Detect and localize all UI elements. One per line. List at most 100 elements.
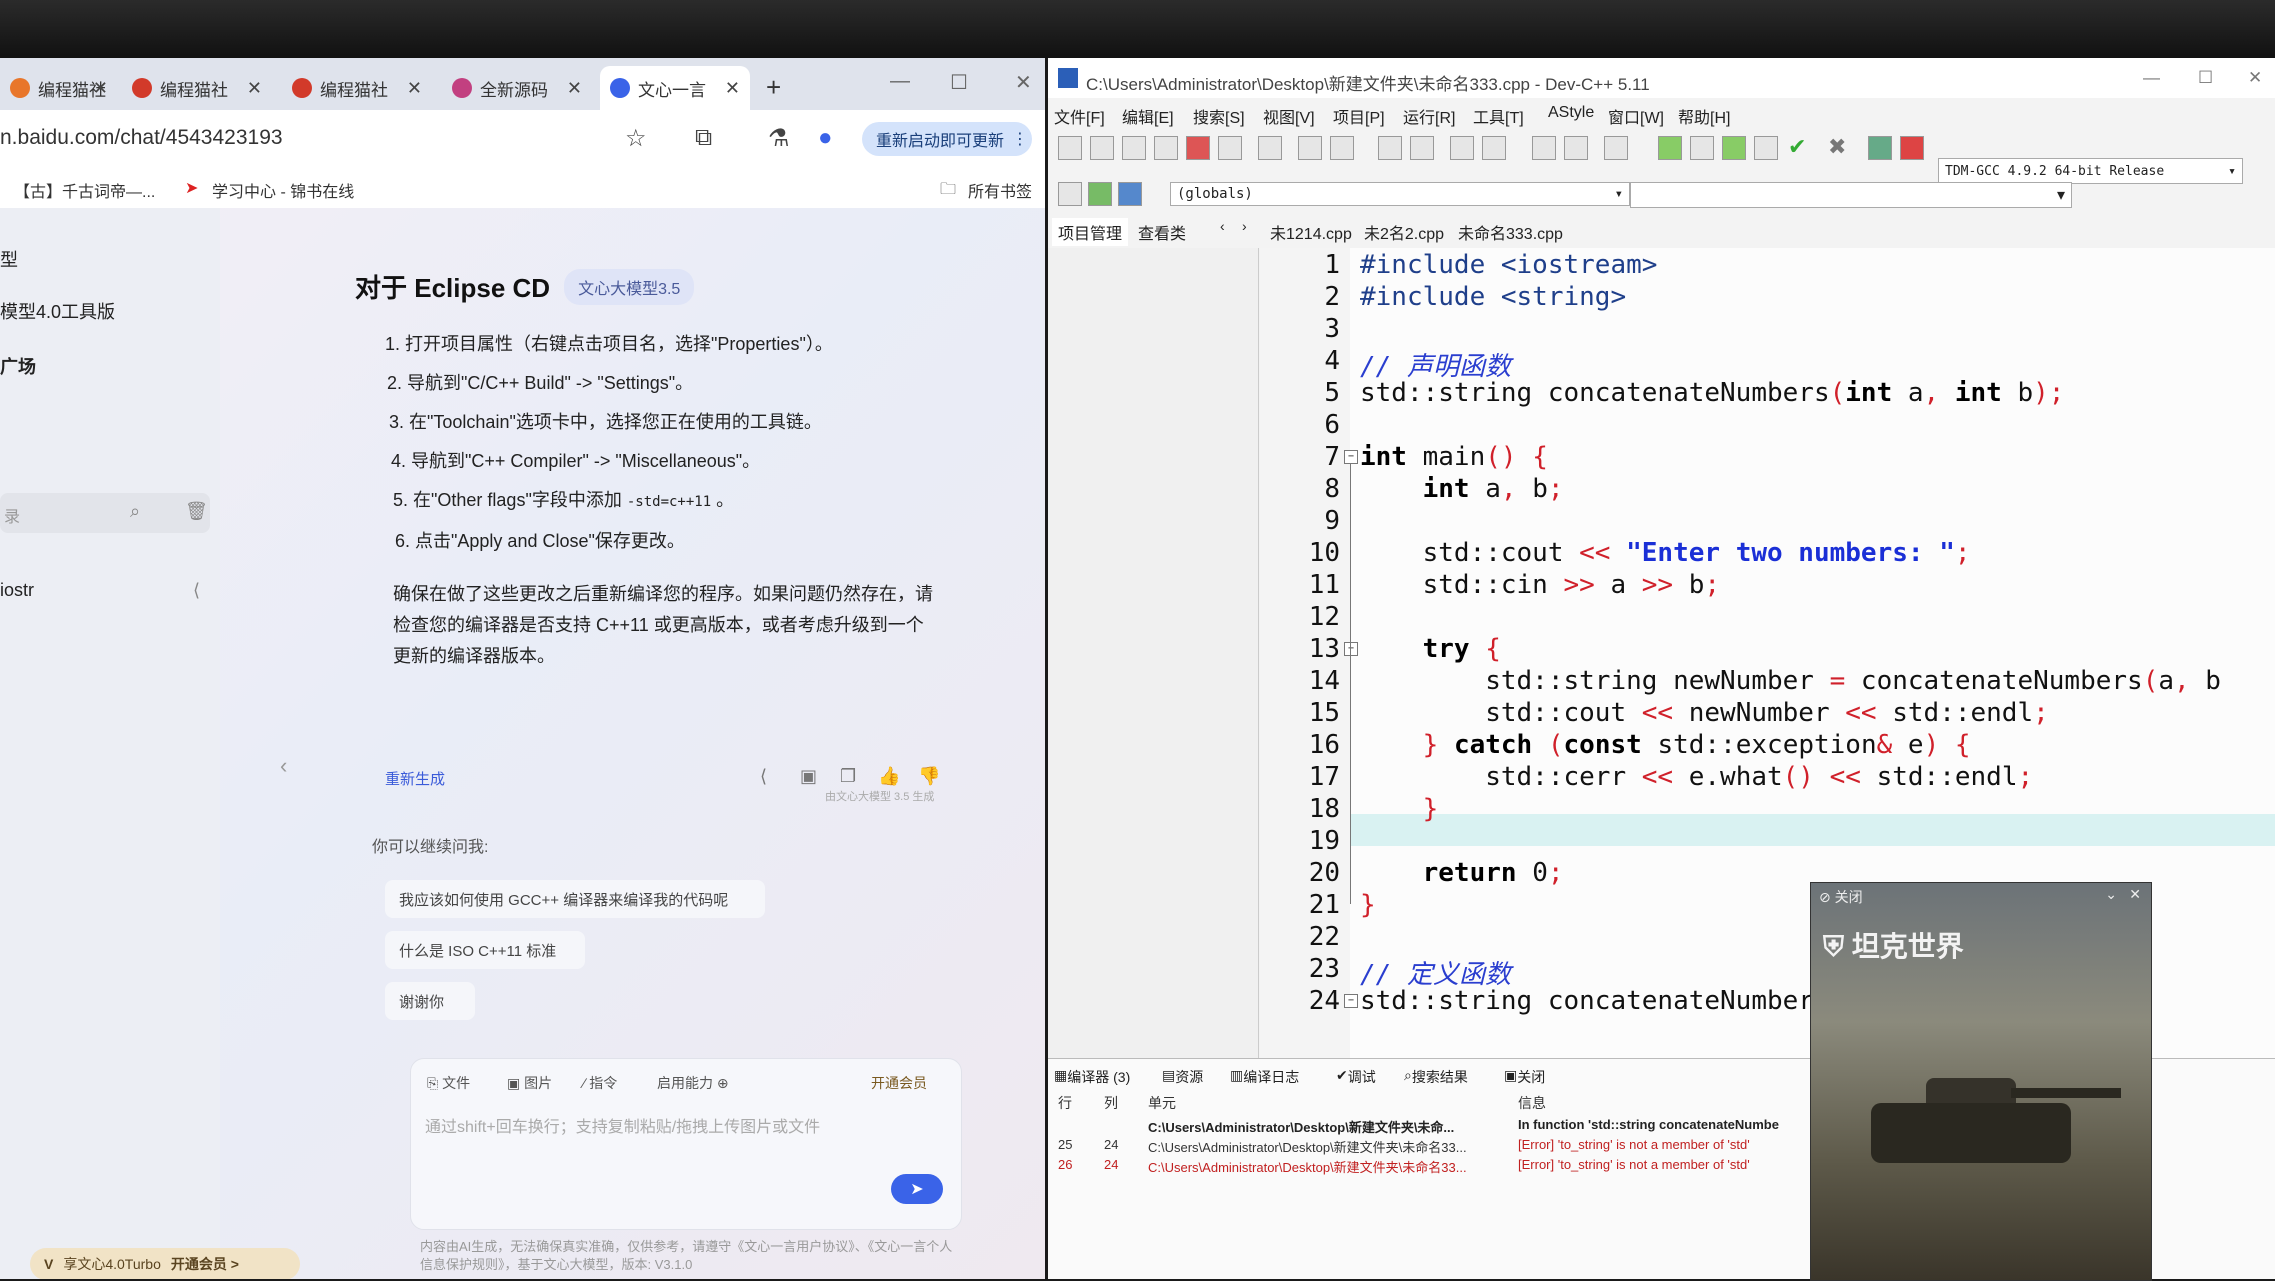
browser-tab[interactable]: 编程猫社 ✕: [122, 66, 272, 110]
bookmark-item[interactable]: 学习中心 - 锦书在线: [212, 178, 354, 202]
menu-astyle[interactable]: AStyle: [1548, 104, 1594, 122]
debug-icon[interactable]: [1604, 136, 1628, 160]
unindent-icon[interactable]: [1088, 182, 1112, 206]
stop-icon[interactable]: ✖: [1828, 134, 1846, 160]
save-all-icon[interactable]: [1154, 136, 1178, 160]
fold-marker-icon[interactable]: −: [1344, 994, 1358, 1008]
globals-select[interactable]: (globals) ▾: [1170, 182, 1630, 206]
fold-marker-icon[interactable]: −: [1344, 642, 1358, 656]
sidebar-item[interactable]: iostr: [0, 580, 34, 601]
run-icon[interactable]: [1690, 136, 1714, 160]
tab-compiler[interactable]: ▦ 编译器 (3): [1054, 1067, 1130, 1085]
followup-suggestion[interactable]: 谢谢你: [385, 982, 475, 1020]
image-icon[interactable]: ▣: [800, 766, 817, 787]
close-window-icon[interactable]: ✕: [1015, 70, 1032, 95]
tab-close[interactable]: ▣ 关闭: [1504, 1067, 1545, 1085]
copy-icon[interactable]: ❐: [840, 766, 856, 787]
scope-select[interactable]: ▾: [1630, 182, 2072, 208]
browser-tab[interactable]: 编程猫社 ✕: [282, 66, 432, 110]
share-icon[interactable]: ⟨: [760, 766, 767, 787]
popup-close-label[interactable]: ⊘ 关闭: [1819, 887, 1863, 907]
menu-search[interactable]: 搜索[S]: [1193, 104, 1245, 128]
compiler-select[interactable]: TDM-GCC 4.9.2 64-bit Release ▾: [1938, 158, 2243, 184]
chevron-down-icon[interactable]: ⌄: [2105, 886, 2117, 903]
chart-icon[interactable]: [1868, 136, 1892, 160]
bookmark-icon[interactable]: [1118, 182, 1142, 206]
open-file-icon[interactable]: [1090, 136, 1114, 160]
tab-project[interactable]: 项目管理: [1052, 218, 1129, 246]
compile-icon[interactable]: [1658, 136, 1682, 160]
profile-icon[interactable]: ●: [818, 124, 833, 152]
compile-run-icon[interactable]: [1722, 136, 1746, 160]
maximize-icon[interactable]: ☐: [2198, 68, 2213, 88]
browser-tab[interactable]: 编程猫社 ✕: [0, 66, 118, 110]
thumbs-up-icon[interactable]: 👍: [878, 766, 900, 787]
followup-suggestion[interactable]: 我应该如何使用 GCC++ 编译器来编译我的代码呢: [385, 880, 765, 918]
tab-next-icon[interactable]: ›: [1242, 218, 1247, 234]
menu-file[interactable]: 文件[F]: [1054, 104, 1105, 128]
new-tab-button[interactable]: +: [766, 72, 781, 103]
command-tool[interactable]: ∕ 指令: [583, 1073, 617, 1093]
menu-run[interactable]: 运行[R]: [1403, 104, 1455, 128]
toggle-icon[interactable]: [1482, 136, 1506, 160]
close-all-icon[interactable]: [1218, 136, 1242, 160]
goto-icon[interactable]: [1450, 136, 1474, 160]
model-tag[interactable]: 文心大模型3.5: [564, 268, 695, 305]
tab-compile-log[interactable]: ▥ 编译日志: [1230, 1067, 1299, 1085]
replace-icon[interactable]: [1410, 136, 1434, 160]
maximize-icon[interactable]: ☐: [950, 70, 968, 95]
tab-debug[interactable]: ✔ 调试: [1336, 1067, 1376, 1085]
enable-ability-tool[interactable]: 启用能力 ⊕: [657, 1073, 729, 1093]
menu-edit[interactable]: 编辑[E]: [1122, 104, 1174, 128]
menu-tools[interactable]: 工具[T]: [1473, 104, 1524, 128]
restart-update-button[interactable]: 重新启动即可更新 ⋮: [862, 122, 1032, 156]
game-ad-popup[interactable]: ⊘ 关闭 ⌄ ✕ ⛨ 坦克世界: [1810, 882, 2152, 1281]
member-link[interactable]: 开通会员: [871, 1073, 927, 1093]
file-tool[interactable]: ⎘ 文件: [427, 1073, 470, 1093]
sidebar-item[interactable]: 广场: [0, 353, 36, 379]
menu-window[interactable]: 窗口[W]: [1608, 104, 1664, 128]
history-search[interactable]: 录 ⌕ 🗑: [0, 493, 210, 533]
send-button[interactable]: ➤: [891, 1174, 943, 1204]
find-icon[interactable]: [1378, 136, 1402, 160]
close-icon[interactable]: ✕: [93, 78, 108, 99]
menu-project[interactable]: 项目[P]: [1333, 104, 1385, 128]
star-icon[interactable]: ☆: [625, 124, 647, 153]
followup-suggestion[interactable]: 什么是 ISO C++11 标准: [385, 931, 585, 969]
file-tab-active[interactable]: 未命名333.cpp: [1458, 220, 1563, 244]
sidebar-item[interactable]: 模型4.0工具版: [0, 298, 115, 324]
back-icon[interactable]: [1532, 136, 1556, 160]
close-icon[interactable]: ✕: [567, 78, 582, 99]
undo-icon[interactable]: [1298, 136, 1322, 160]
minimize-icon[interactable]: —: [2143, 68, 2160, 88]
close-window-icon[interactable]: ✕: [2248, 68, 2262, 88]
profile-icon[interactable]: [1900, 136, 1924, 160]
collapse-sidebar-icon[interactable]: ‹: [280, 753, 287, 779]
tab-search-results[interactable]: ⌕ 搜索结果: [1404, 1067, 1468, 1085]
close-icon[interactable]: ✕: [247, 78, 262, 99]
regenerate-button[interactable]: 重新生成: [385, 768, 445, 789]
member-promo-button[interactable]: 开通会员 >: [171, 1254, 239, 1274]
browser-tab-active[interactable]: 文心一言 ✕: [600, 66, 750, 110]
tab-resources[interactable]: ▤ 资源: [1162, 1067, 1203, 1085]
new-file-icon[interactable]: [1058, 136, 1082, 160]
extensions-icon[interactable]: ⧉: [695, 124, 712, 152]
tab-classes[interactable]: 查看类: [1138, 220, 1186, 244]
file-tab[interactable]: 未1214.cpp: [1270, 220, 1352, 244]
lab-icon[interactable]: ⚗: [768, 124, 790, 153]
menu-help[interactable]: 帮助[H]: [1678, 104, 1730, 128]
chat-input-box[interactable]: ⎘ 文件 ▣ 图片 ∕ 指令 启用能力 ⊕ 开通会员 通过shift+回车换行；…: [410, 1058, 962, 1230]
bookmark-item[interactable]: 【古】千古词帝—...: [14, 178, 155, 202]
check-icon[interactable]: ✔: [1788, 134, 1806, 160]
browser-tab[interactable]: 全新源码 ✕: [442, 66, 592, 110]
member-promo-bar[interactable]: V 享文心4.0Turbo 开通会员 >: [30, 1248, 300, 1279]
more-icon[interactable]: ⋮: [1012, 129, 1028, 149]
share-icon[interactable]: ⟨: [193, 580, 200, 601]
all-bookmarks[interactable]: 所有书签: [968, 178, 1032, 202]
redo-icon[interactable]: [1330, 136, 1354, 160]
close-file-icon[interactable]: [1186, 136, 1210, 160]
tab-prev-icon[interactable]: ‹: [1220, 218, 1225, 234]
fold-marker-icon[interactable]: −: [1344, 450, 1358, 464]
image-tool[interactable]: ▣ 图片: [507, 1073, 552, 1093]
file-tab[interactable]: 未2名2.cpp: [1364, 220, 1444, 244]
